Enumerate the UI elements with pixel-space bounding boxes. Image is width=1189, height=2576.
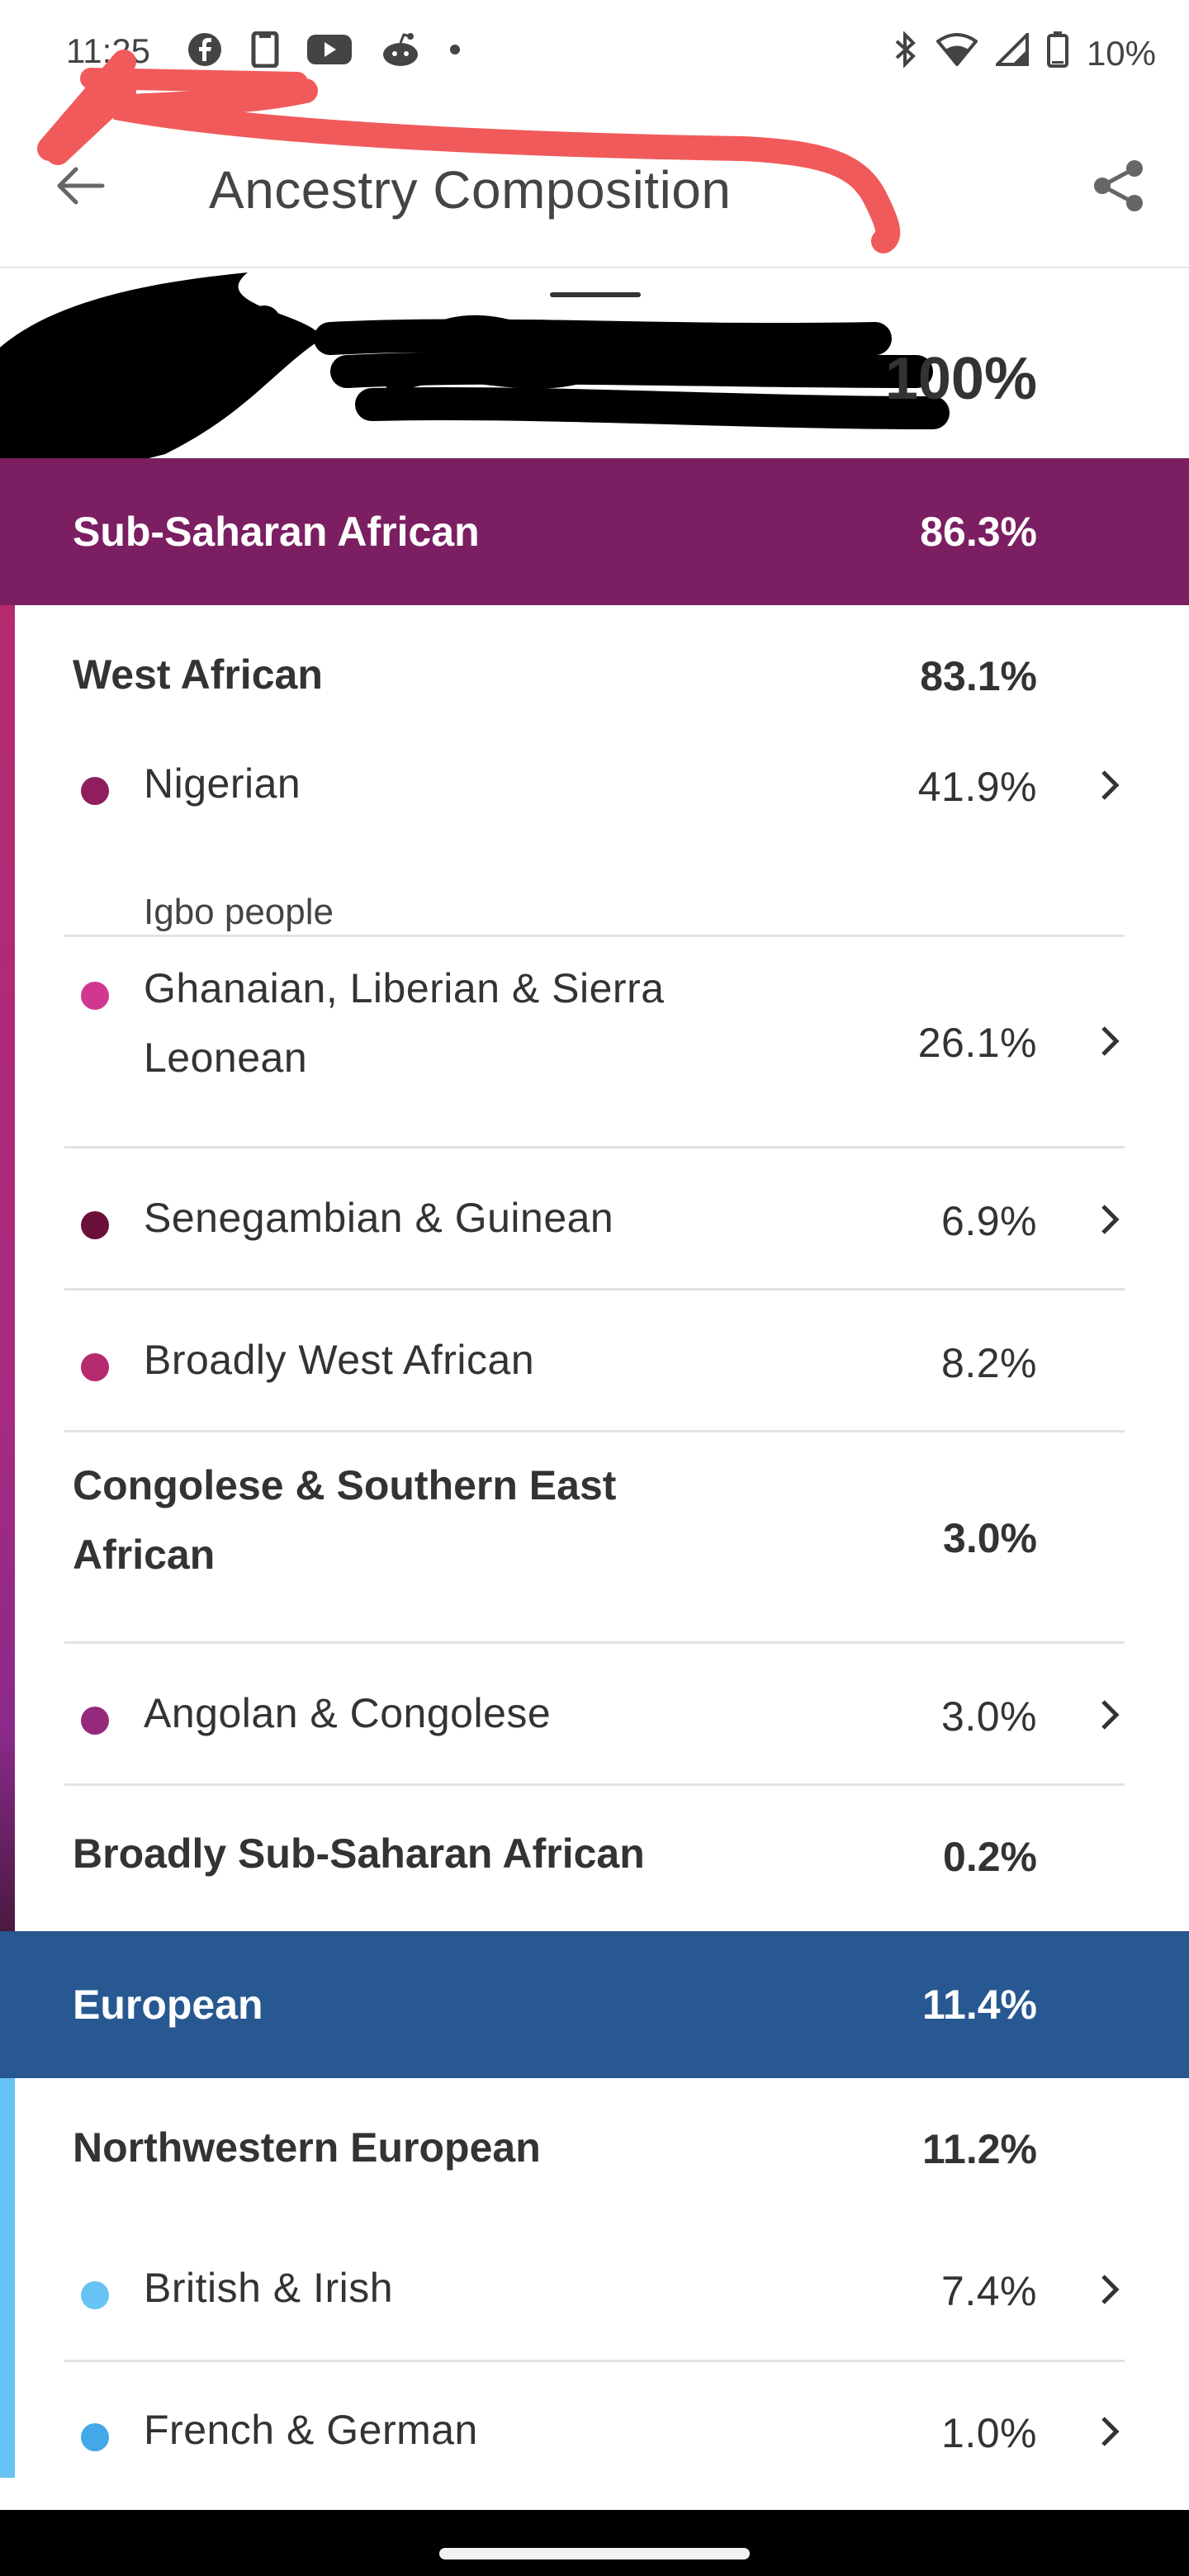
app-bar: Ancestry Composition (0, 107, 1189, 268)
color-dot (81, 1707, 109, 1735)
color-dot (81, 1211, 109, 1239)
country-percent: 41.9% (917, 764, 1037, 810)
arrow-back-icon (54, 165, 106, 211)
color-dot (81, 1353, 109, 1381)
chevron-right-icon (1098, 1025, 1121, 1062)
country-name: Senegambian & Guinean (144, 1195, 614, 1241)
country-sublabel: Igbo people (144, 892, 334, 932)
subregion-row-northwestern-european: Northwestern European 11.2% (0, 2078, 1189, 2220)
subregion-percent: 3.0% (943, 1515, 1037, 1561)
drag-handle[interactable] (550, 292, 641, 297)
subregion-percent: 11.2% (921, 2126, 1037, 2172)
country-row-british-irish[interactable]: British & Irish 7.4% (0, 2220, 1189, 2362)
chevron-right-icon (1098, 2273, 1121, 2310)
section-body-european: Northwestern European 11.2% British & Ir… (0, 2078, 1189, 2478)
subregion-row-west-african: West African 83.1% (0, 605, 1189, 749)
section-percent: 11.4% (921, 1982, 1037, 2028)
status-time: 11:25 (66, 31, 150, 70)
section-percent: 86.3% (920, 509, 1037, 555)
country-percent: 8.2% (941, 1340, 1037, 1386)
country-name: British & Irish (144, 2265, 394, 2311)
section-name: European (73, 1982, 263, 2028)
dot-icon (449, 44, 461, 59)
country-row-ghanaian[interactable]: Ghanaian, Liberian & Sierra Leonean 26.1… (0, 937, 1189, 1148)
country-row-angolan-congolese[interactable]: Angolan & Congolese 3.0% (0, 1644, 1189, 1786)
country-row-broadly-west-african: Broadly West African 8.2% (0, 1290, 1189, 1432)
reddit-icon (380, 31, 421, 72)
share-button[interactable] (1082, 150, 1156, 225)
country-percent: 26.1% (917, 1020, 1037, 1066)
ancestry-list: Sub-Saharan African 86.3% West African 8… (0, 458, 1189, 2478)
section-header-sub-saharan[interactable]: Sub-Saharan African 86.3% (0, 458, 1189, 605)
signal-icon (993, 31, 1029, 74)
total-percent: 100% (884, 346, 1037, 412)
subregion-name: Broadly Sub-Saharan African (73, 1830, 645, 1877)
chevron-right-icon (1098, 769, 1121, 806)
color-dot (81, 2281, 109, 2309)
country-percent: 1.0% (941, 2410, 1037, 2456)
country-row-senegambian[interactable]: Senegambian & Guinean 6.9% (0, 1148, 1189, 1290)
country-name: Ghanaian, Liberian & Sierra Leonean (144, 965, 665, 1081)
chevron-right-icon (1098, 2415, 1121, 2452)
facebook-icon (187, 31, 223, 72)
color-dot (81, 2423, 109, 2451)
phone-icon (251, 31, 279, 72)
subregion-percent: 0.2% (943, 1834, 1037, 1880)
subregion-name: Congolese & Southern East African (73, 1462, 617, 1578)
subregion-name: Northwestern European (73, 2124, 541, 2171)
country-name: Angolan & Congolese (144, 1690, 552, 1736)
system-nav-bar (0, 2510, 1189, 2576)
country-percent: 7.4% (941, 2268, 1037, 2314)
notification-icons (187, 31, 461, 72)
country-percent: 3.0% (941, 1693, 1037, 1740)
home-gesture-pill[interactable] (439, 2548, 750, 2559)
color-dot (81, 982, 109, 1010)
country-row-nigerian[interactable]: Nigerian Igbo people 41.9% (0, 749, 1189, 937)
bluetooth-icon (893, 31, 918, 76)
subregion-row-congolese-southern-east-african: Congolese & Southern East African 3.0% (0, 1432, 1189, 1644)
section-body-sub-saharan: West African 83.1% Nigerian Igbo people … (0, 605, 1189, 1931)
wifi-icon (936, 33, 978, 74)
back-button[interactable] (43, 150, 117, 225)
battery-icon (1046, 31, 1068, 76)
share-icon (1092, 159, 1146, 217)
youtube-icon (307, 33, 352, 70)
subregion-name: West African (73, 651, 323, 698)
country-name: Nigerian (144, 760, 301, 807)
section-header-european[interactable]: European 11.4% (0, 1931, 1189, 2078)
country-name: Broadly West African (144, 1337, 535, 1383)
country-name: French & German (144, 2407, 478, 2453)
country-row-french-german[interactable]: French & German 1.0% (0, 2362, 1189, 2478)
country-percent: 6.9% (941, 1198, 1037, 1244)
page-title: Ancestry Composition (209, 160, 732, 220)
system-icons: 10% (893, 31, 1156, 76)
section-name: Sub-Saharan African (73, 509, 480, 555)
subregion-percent: 83.1% (920, 653, 1037, 699)
status-bar: 11:25 10% (0, 0, 1189, 107)
color-dot (81, 777, 109, 805)
battery-percent: 10% (1086, 34, 1156, 73)
chevron-right-icon (1098, 1698, 1121, 1735)
chevron-right-icon (1098, 1203, 1121, 1240)
subregion-row-broadly-sub-saharan: Broadly Sub-Saharan African 0.2% (0, 1786, 1189, 1931)
